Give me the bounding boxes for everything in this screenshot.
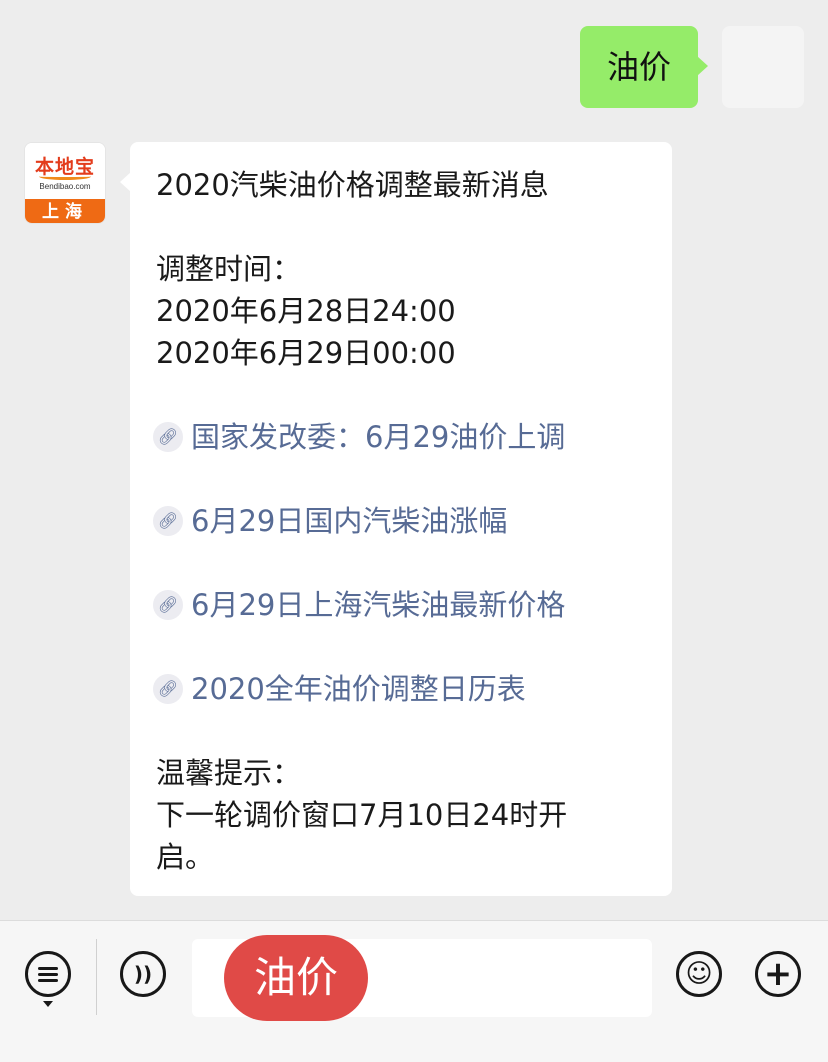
link-icon: 🔗︎ bbox=[153, 590, 183, 620]
link-icon: 🔗︎ bbox=[153, 422, 183, 452]
link-label: 6月29日上海汽柴油最新价格 bbox=[191, 588, 566, 622]
incoming-message-bubble: 2020汽柴油价格调整最新消息 调整时间： 2020年6月28日24:00 20… bbox=[120, 142, 672, 896]
outgoing-message-bubble[interactable]: 油价 bbox=[580, 26, 708, 108]
message-link[interactable]: 🔗︎ 6月29日上海汽柴油最新价格 bbox=[153, 584, 648, 626]
emoji-icon[interactable]: ☺︎ bbox=[676, 951, 722, 997]
tip-label: 温馨提示： bbox=[156, 756, 302, 790]
logo-arc-icon bbox=[39, 173, 91, 180]
chat-input-toolbar: )) 油价 ☺︎ + bbox=[0, 920, 828, 1062]
menu-icon[interactable] bbox=[25, 951, 71, 997]
outgoing-message-text: 油价 bbox=[606, 48, 671, 86]
bendibao-avatar[interactable]: 本地宝 Bendibao.com 上海 bbox=[24, 142, 106, 224]
input-highlight-pill: 油价 bbox=[224, 935, 368, 1021]
time-label: 调整时间： bbox=[156, 252, 302, 286]
logo-top: 本地宝 Bendibao.com bbox=[25, 143, 105, 199]
link-icon: 🔗︎ bbox=[153, 674, 183, 704]
link-label: 2020全年油价调整日历表 bbox=[191, 672, 526, 706]
link-label: 6月29日国内汽柴油涨幅 bbox=[191, 504, 508, 538]
message-link[interactable]: 🔗︎ 国家发改委：6月29油价上调 bbox=[153, 416, 648, 458]
time-line-1: 2020年6月28日24:00 bbox=[156, 294, 456, 328]
logo-city: 上海 bbox=[25, 199, 105, 223]
message-title: 2020汽柴油价格调整最新消息 bbox=[156, 168, 549, 202]
plus-icon[interactable]: + bbox=[755, 951, 801, 997]
menu-caret-icon bbox=[43, 1001, 53, 1007]
logo-url: Bendibao.com bbox=[39, 182, 91, 191]
tip-line-1: 下一轮调价窗口7月10日24时开 bbox=[156, 798, 568, 832]
link-icon: 🔗︎ bbox=[153, 506, 183, 536]
tip-line-2: 启。 bbox=[156, 840, 215, 874]
time-line-2: 2020年6月29日00:00 bbox=[156, 336, 456, 370]
link-label: 国家发改委：6月29油价上调 bbox=[191, 420, 566, 454]
message-input[interactable]: 油价 bbox=[192, 935, 652, 1021]
chat-area: 油价 本地宝 Bendibao.com 上海 2020汽柴油价格调整最新消息 调… bbox=[0, 0, 828, 920]
voice-icon[interactable]: )) bbox=[120, 951, 166, 997]
toolbar-divider bbox=[96, 939, 97, 1015]
message-link[interactable]: 🔗︎ 2020全年油价调整日历表 bbox=[153, 668, 648, 710]
user-avatar[interactable] bbox=[722, 26, 804, 108]
message-link[interactable]: 🔗︎ 6月29日国内汽柴油涨幅 bbox=[153, 500, 648, 542]
